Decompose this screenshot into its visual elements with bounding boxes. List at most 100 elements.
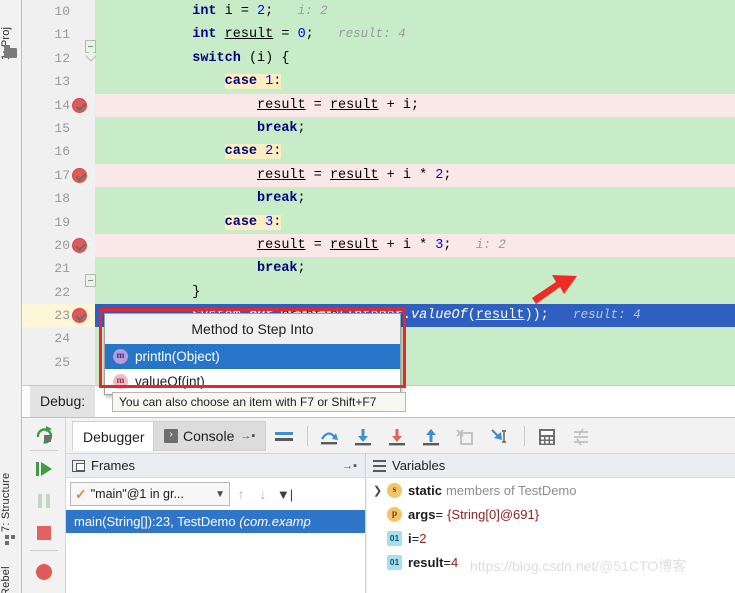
variable-row[interactable]: ❯ s static members of TestDemo [367,478,735,502]
view-breakpoints-button[interactable] [33,560,55,582]
variables-title: Variables [392,458,446,473]
code-line[interactable]: switch (i) { [95,46,735,71]
popup-item-valueof[interactable]: m valueOf(int) [105,369,400,394]
breakpoint-icon[interactable] [72,237,87,253]
code-fold-marker[interactable] [85,274,96,287]
filter-icon[interactable]: ▼| [274,487,296,502]
line-number: 11 [54,27,70,43]
breakpoint-icon[interactable] [72,167,87,183]
watermark-url: https://blog.csdn.net/ [470,558,600,574]
code-line[interactable]: break; [95,257,735,281]
pause-program-button[interactable] [33,490,55,512]
primitive-icon: 01 [387,554,402,570]
variable-name: args [408,506,436,522]
watermark: https://blog.csdn.net/@51CTO博客 [470,556,686,576]
code-line[interactable]: int i = 2; i: 2 [95,0,735,24]
popup-item-label: valueOf(int) [135,374,205,389]
frame-list-item[interactable]: main(String[]):23, TestDemo (com.examp [66,510,365,533]
gutter-line[interactable]: 13 [22,70,95,93]
code-line[interactable]: } [95,280,735,305]
gutter-line[interactable]: 16 [22,140,95,163]
breakpoint-icon[interactable] [72,308,87,324]
code-line[interactable]: break; [95,116,735,141]
editor-gutter[interactable]: 10 11 12 13 14 15 16 17 18 19 20 21 22 23 24 25 [22,0,96,385]
line-number: 15 [54,120,70,136]
variable-value: {String[0]@691} [447,506,540,522]
expand-arrow-icon[interactable]: ❯ [373,484,387,497]
line-number: 19 [54,214,70,230]
tab-console[interactable]: › Console →▪ [153,421,267,451]
line-number: 21 [54,261,70,277]
frame-down-button[interactable]: ↓ [252,486,274,502]
frames-pane: Frames →▪ ✓ "main"@1 in gr... ▼ ↑ ↓ ▼| m… [66,454,366,593]
variable-row[interactable]: p args = {String[0]@691} [367,502,735,526]
rerun-button[interactable] [33,424,55,446]
param-icon: p [387,506,402,522]
red-arrow-annotation [532,275,577,304]
code-line[interactable]: case 1: [95,70,735,94]
gutter-line[interactable]: 15 [22,117,95,140]
code-line[interactable]: int result = 0; result: 4 [95,23,735,47]
step-over-button[interactable] [318,427,340,447]
debug-tab-bar: Debugger › Console →▪ [66,418,735,454]
step-out-button[interactable] [420,427,442,447]
code-line[interactable]: case 2: [95,140,735,164]
step-into-button[interactable] [352,427,374,447]
line-number: 23 [54,308,70,324]
pin-icon[interactable]: →▪ [240,421,255,451]
resume-program-button[interactable] [33,458,55,480]
gutter-line[interactable]: 17 [22,164,95,187]
popup-item-println[interactable]: m println(Object) [105,344,400,369]
left-tool-rail: 1: Proj 7: Structure Rebel [0,0,22,593]
line-number: 24 [54,331,70,347]
tab-console-label: Console [183,428,235,444]
frames-header: Frames →▪ [66,454,365,478]
variable-name: result [408,554,444,570]
gutter-line[interactable]: 14 [22,94,95,117]
console-icon: › [164,429,178,443]
code-line[interactable]: case 3: [95,210,735,234]
gutter-line[interactable]: 19 [22,211,95,234]
tab-debugger-label: Debugger [83,429,145,445]
pin-icon[interactable]: →▪ [342,460,357,472]
force-step-into-button[interactable] [386,427,408,447]
code-line[interactable]: result = result + i * 3; i: 2 [95,233,735,258]
method-icon: m [113,349,128,364]
thread-combobox[interactable]: ✓ "main"@1 in gr... ▼ [70,482,230,506]
evaluate-expression-button[interactable] [536,427,558,447]
frames-title: Frames [91,458,136,473]
gutter-line[interactable]: 25 [22,351,95,374]
thread-selector-row: ✓ "main"@1 in gr... ▼ ↑ ↓ ▼| [66,478,365,510]
debug-window-label[interactable]: Debug: [30,386,96,417]
gutter-line[interactable]: 20 [22,234,95,257]
drop-frame-button[interactable] [454,427,476,447]
show-execution-point-button[interactable] [273,427,295,447]
tab-debugger[interactable]: Debugger [72,421,156,451]
gutter-line[interactable]: 23 [22,304,95,328]
code-line[interactable]: result = result + i * 2; [95,163,735,188]
debug-side-toolbar [22,418,66,593]
line-number: 22 [54,284,70,300]
gutter-line[interactable]: 10 [22,0,95,23]
code-line[interactable]: result = result + i; [95,93,735,117]
stop-button[interactable] [33,522,55,544]
structure-icon [5,535,15,545]
settings-button[interactable] [570,427,592,447]
variable-row[interactable]: 01 i = 2 [367,526,735,550]
step-into-popup[interactable]: Method to Step Into m println(Object) m … [104,313,401,395]
popup-hint: You can also choose an item with F7 or S… [112,392,406,412]
gutter-line[interactable]: 18 [22,187,95,210]
sidebar-tab-structure[interactable]: 7: Structure [0,440,22,532]
line-number: 17 [54,167,70,183]
sidebar-tab-structure-label: 7: Structure [0,472,12,532]
sidebar-tab-jrebel[interactable]: Rebel [0,546,22,593]
variable-description: members of TestDemo [445,482,577,498]
line-number: 25 [54,354,70,370]
code-fold-marker[interactable] [85,40,96,53]
frame-method: main(String[]):23, TestDemo [74,514,240,529]
code-line[interactable]: break; [95,187,735,211]
breakpoint-icon[interactable] [72,97,87,113]
gutter-line[interactable]: 24 [22,327,95,350]
run-to-cursor-button[interactable] [488,427,510,447]
frame-up-button[interactable]: ↑ [230,486,252,502]
